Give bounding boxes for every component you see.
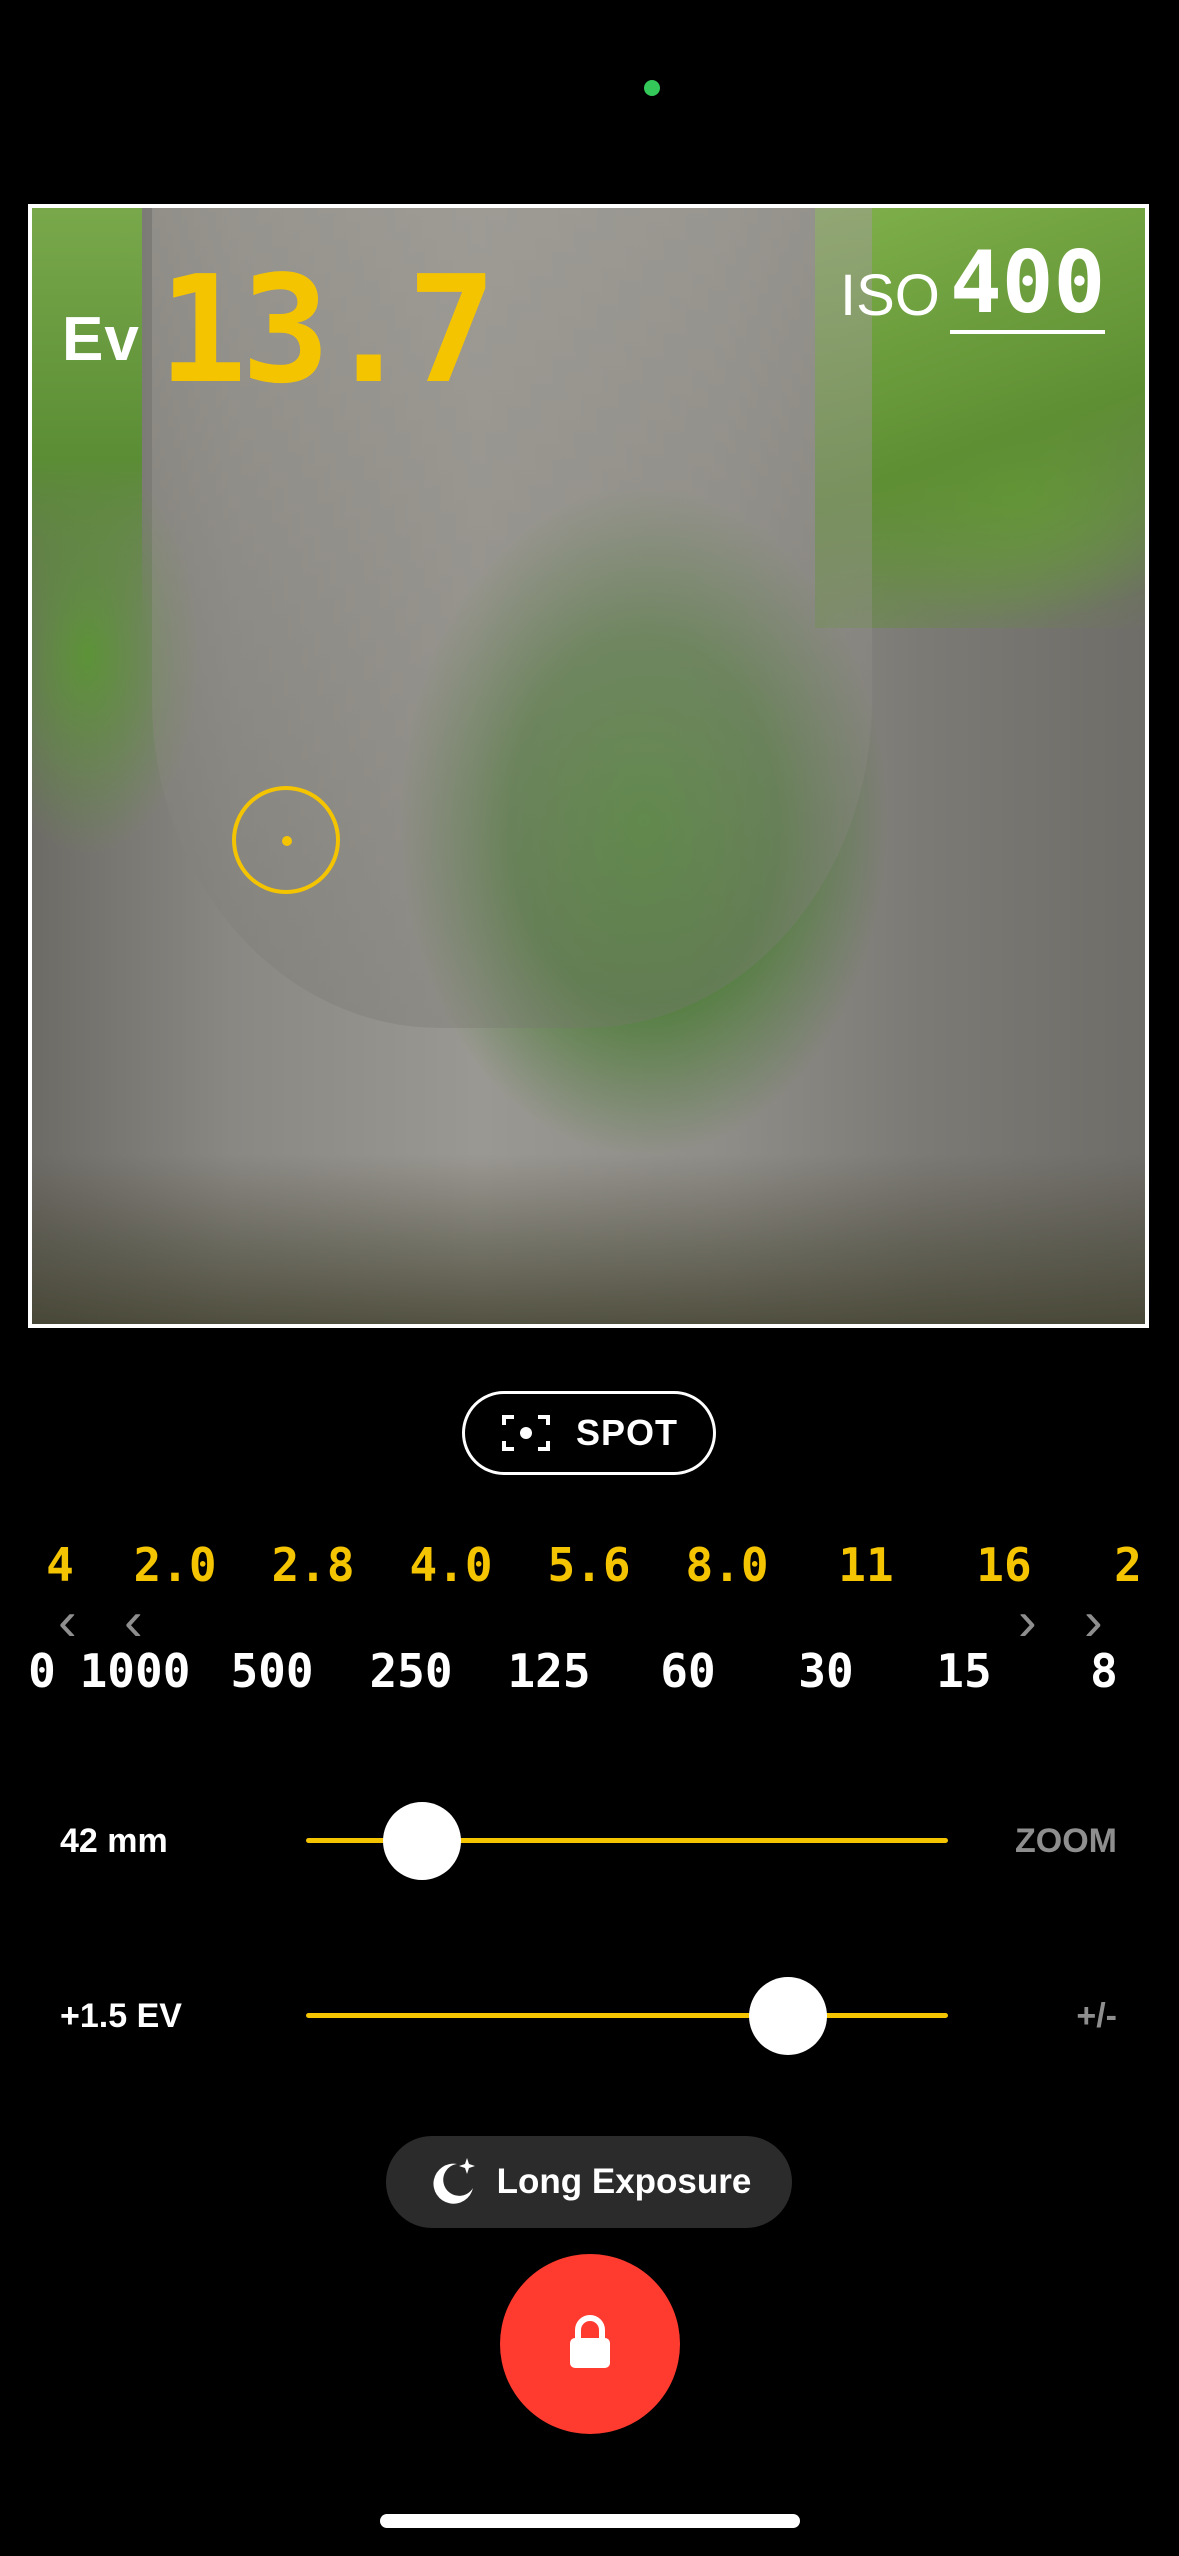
zoom-tag: ZOOM [1015,1822,1117,1860]
spot-meter-center-dot [282,836,292,846]
aperture-value[interactable]: 2 [1114,1538,1142,1592]
shutter-value[interactable]: 0 [28,1644,56,1698]
iso-value[interactable]: 400 [950,240,1106,334]
aperture-value[interactable]: 11 [838,1538,893,1592]
iso-label: ISO [840,263,940,328]
shutter-value[interactable]: 8 [1090,1644,1118,1698]
ev-value: 13.7 [158,244,496,416]
moon-stars-icon [427,2154,479,2211]
shutter-value[interactable]: 500 [230,1644,313,1698]
exposure-slider-track[interactable] [306,2013,948,2018]
shutter-value[interactable]: 1000 [80,1644,191,1698]
zoom-slider-thumb[interactable] [382,1802,461,1880]
spot-meter-icon [500,1413,552,1453]
zoom-value-label: 42 mm [60,1822,168,1860]
metering-mode-button[interactable]: SPOT [462,1391,716,1475]
shutter-value[interactable]: 125 [507,1644,590,1698]
shutter-value[interactable]: 15 [936,1644,991,1698]
shutter-value[interactable]: 30 [798,1644,853,1698]
aperture-value[interactable]: 16 [976,1538,1031,1592]
aperture-value[interactable]: 8.0 [685,1538,768,1592]
aperture-value[interactable]: 2.8 [271,1538,354,1592]
long-exposure-button[interactable]: Long Exposure [386,2136,792,2228]
shutter-value[interactable]: 60 [660,1644,715,1698]
aperture-value[interactable]: 2.0 [133,1538,216,1592]
home-indicator[interactable] [380,2514,800,2528]
aperture-value[interactable]: 4 [46,1538,74,1592]
viewfinder-scene-ground [32,1154,1145,1324]
aperture-scale[interactable]: 4 2.0 2.8 4.0 5.6 8.0 11 16 2 [30,1538,1150,1598]
metering-mode-label: SPOT [575,1412,678,1453]
shutter-speed-scale[interactable]: 0 1000 500 250 125 60 30 15 8 [28,1644,1150,1704]
exposure-tag: +/- [1076,1997,1117,2035]
exposure-compensation-label: +1.5 EV [60,1997,182,2035]
aperture-value[interactable]: 5.6 [547,1538,630,1592]
lock-icon [567,2314,613,2375]
capture-lock-button[interactable] [500,2254,680,2434]
aperture-value[interactable]: 4.0 [409,1538,492,1592]
ev-label: Ev [62,305,140,374]
exposure-slider-thumb[interactable] [748,1977,827,2055]
long-exposure-label: Long Exposure [496,2162,752,2201]
status-indicator-dot [644,80,660,96]
shutter-value[interactable]: 250 [369,1644,452,1698]
viewfinder-scene-grass-left [32,208,142,628]
